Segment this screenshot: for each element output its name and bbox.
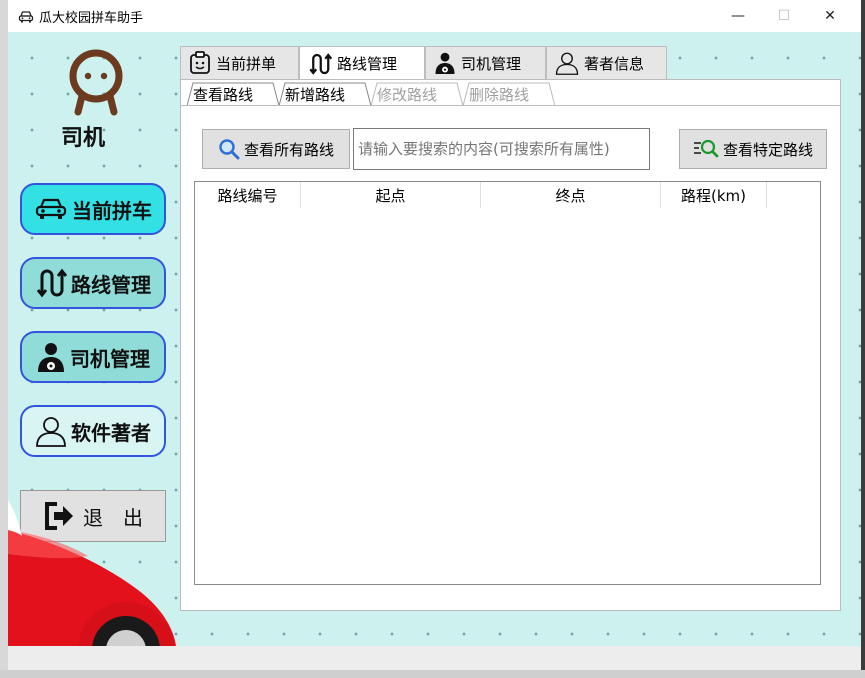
role-label: 司机: [60, 126, 105, 151]
subtab-label: 修改路线: [377, 85, 438, 104]
tab-current-orders[interactable]: 当前拼单: [180, 46, 299, 79]
table-header: 路线编号 起点 终点 路程(km): [195, 182, 820, 208]
subtab-edit-route[interactable]: 修改路线: [371, 82, 463, 107]
tab-label: 司机管理: [461, 54, 522, 73]
background-desktop-bottom: [0, 670, 865, 678]
subtab-label: 新增路线: [285, 85, 346, 104]
route-icon: [35, 267, 67, 299]
subtab-label: 查看路线: [193, 85, 254, 104]
clipboard-icon: [189, 51, 211, 75]
view-specific-route-label: 查看特定路线: [722, 140, 813, 159]
tab-label: 当前拼单: [216, 54, 277, 73]
sidebar-button-label: 软件著者: [71, 420, 151, 445]
car-illustration: [8, 500, 178, 670]
tab-driver-management[interactable]: 司机管理: [425, 46, 546, 79]
column-header-end[interactable]: 终点: [481, 182, 661, 208]
route-icon: [308, 52, 332, 76]
title-bar: 瓜大校园拼车助手 — ☐ ✕: [8, 0, 861, 32]
driver-icon: [434, 51, 456, 75]
maximize-button[interactable]: ☐: [761, 0, 807, 32]
sidebar-button-software-author[interactable]: 软件著者: [20, 405, 166, 457]
view-all-routes-button[interactable]: 查看所有路线: [202, 129, 350, 169]
tab-route-management[interactable]: 路线管理: [299, 46, 425, 80]
person-icon: [35, 415, 67, 447]
window-title: 瓜大校园拼车助手: [39, 11, 144, 26]
background-desktop-left: [0, 0, 8, 678]
sidebar-button-label: 路线管理: [71, 272, 151, 297]
routes-table: 路线编号 起点 终点 路程(km): [194, 181, 821, 585]
car-icon: [18, 9, 34, 28]
search-icon: [218, 138, 240, 160]
sidebar-button-current-carpool[interactable]: 当前拼车: [20, 183, 166, 235]
app-window: 瓜大校园拼车助手 — ☐ ✕ 司机 当前拼车 路线管理 司机管理 软件著者 退 …: [8, 0, 861, 670]
column-header-distance[interactable]: 路程(km): [661, 182, 767, 208]
view-all-routes-label: 查看所有路线: [243, 140, 334, 159]
route-management-panel: 查看路线 新增路线 修改路线 删除路线 查看所有路线 请输入要搜索的内容(可搜索…: [180, 79, 841, 611]
view-specific-route-button[interactable]: 查看特定路线: [679, 129, 827, 169]
sidebar-button-label: 司机管理: [70, 346, 150, 371]
search-list-icon: [693, 138, 719, 160]
person-icon: [555, 51, 579, 75]
background-desktop-right: [861, 0, 865, 678]
subtab-label: 删除路线: [469, 85, 530, 104]
sidebar-button-label: 当前拼车: [72, 198, 152, 223]
driver-face-icon: [66, 46, 126, 120]
subtab-add-route[interactable]: 新增路线: [279, 82, 371, 107]
sidebar-button-route-management[interactable]: 路线管理: [20, 257, 166, 309]
column-header-start[interactable]: 起点: [301, 182, 481, 208]
subtab-view-routes[interactable]: 查看路线: [187, 82, 279, 107]
subtab-delete-route[interactable]: 删除路线: [463, 82, 555, 107]
close-button[interactable]: ✕: [807, 0, 853, 32]
tab-author-info[interactable]: 著者信息: [546, 46, 667, 79]
car-icon: [34, 196, 68, 222]
subtab-divider: [181, 105, 841, 106]
column-header-route-id[interactable]: 路线编号: [195, 182, 301, 208]
tab-label: 路线管理: [337, 55, 398, 73]
status-bar: [8, 646, 861, 670]
sidebar-button-driver-management[interactable]: 司机管理: [20, 331, 166, 383]
tab-label: 著者信息: [584, 54, 645, 73]
driver-icon: [36, 341, 66, 373]
search-input[interactable]: [353, 128, 650, 170]
minimize-button[interactable]: —: [715, 0, 761, 32]
